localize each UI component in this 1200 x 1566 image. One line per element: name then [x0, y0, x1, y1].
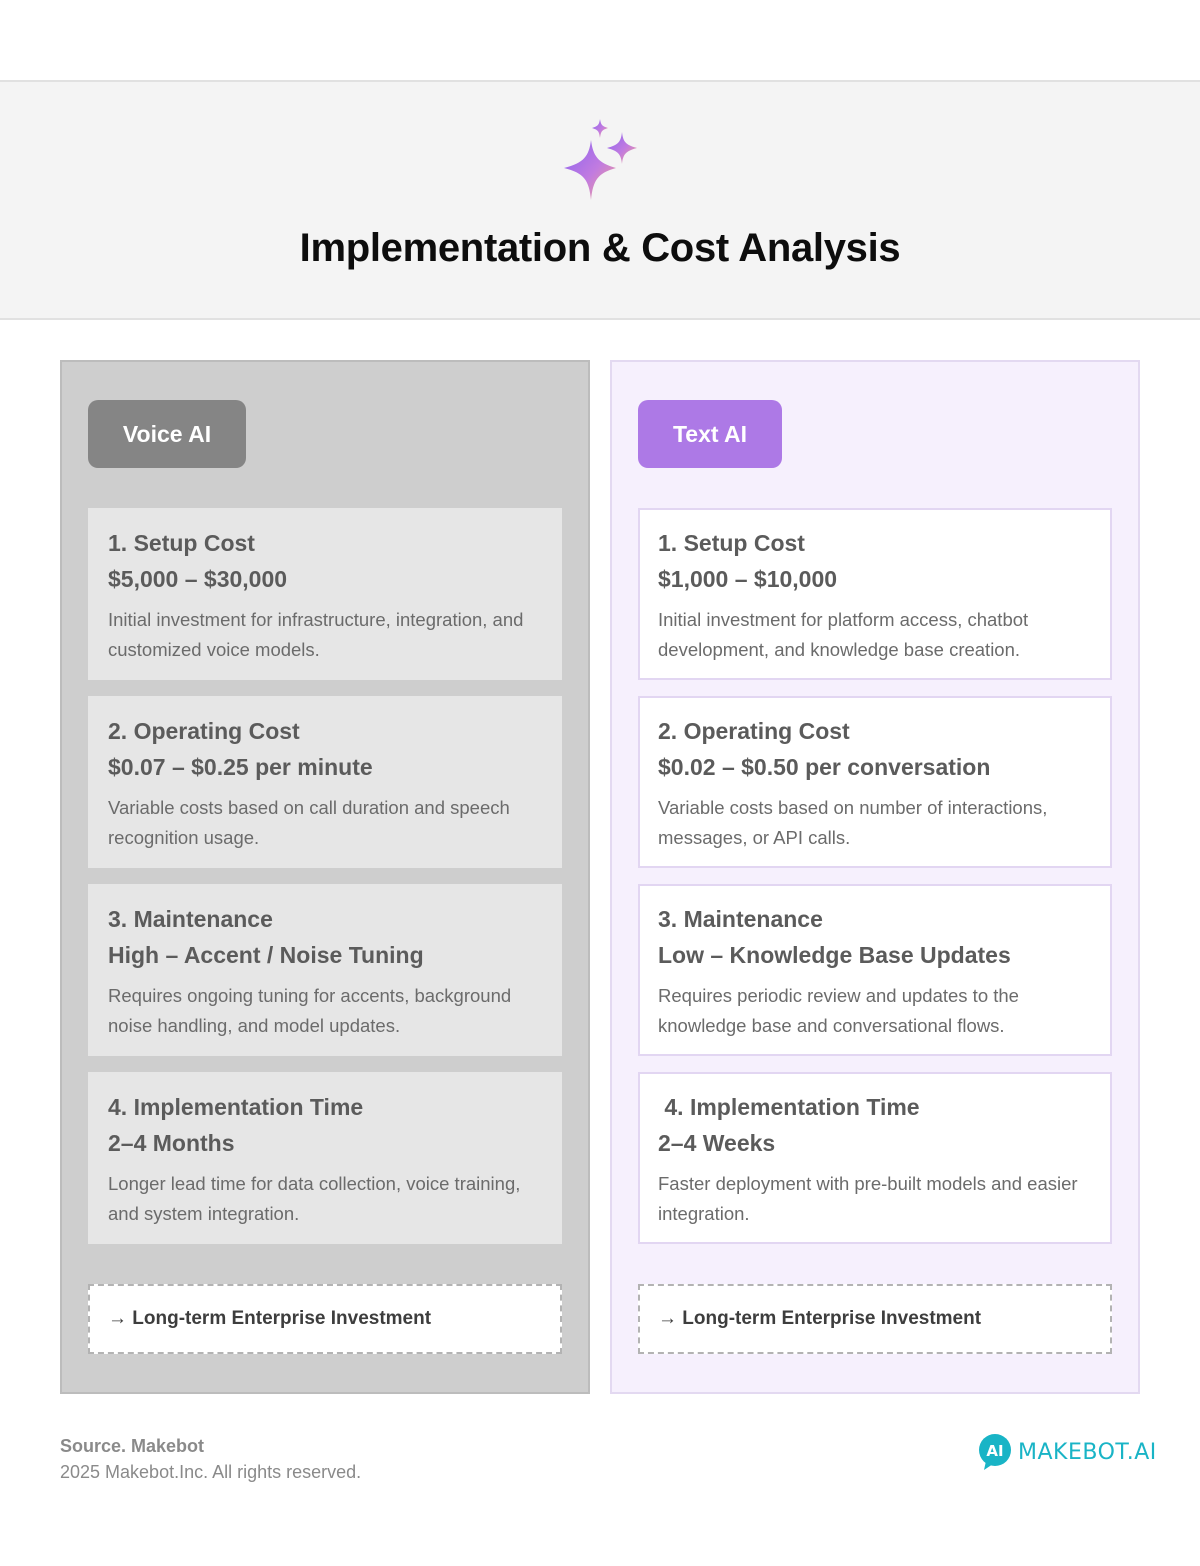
- card-value: 2–4 Weeks: [658, 1130, 776, 1156]
- voice-operating-cost-card: 2. Operating Cost $0.07 – $0.25 per minu…: [88, 696, 562, 868]
- text-ai-panel: Text AI 1. Setup Cost $1,000 – $10,000 I…: [610, 360, 1140, 1394]
- copyright-text: 2025 Makebot.Inc. All rights reserved.: [60, 1462, 362, 1482]
- card-value: High – Accent / Noise Tuning: [108, 942, 424, 968]
- card-heading: 3. Maintenance: [658, 906, 823, 932]
- page: Implementation & Cost Analysis Voice AI …: [0, 0, 1200, 1566]
- card-description: Variable costs based on call duration an…: [108, 797, 510, 848]
- card-description: Requires periodic review and updates to …: [658, 985, 1019, 1036]
- voice-implementation-time-card: 4. Implementation Time 2–4 Months Longer…: [88, 1072, 562, 1244]
- card-description: Longer lead time for data collection, vo…: [108, 1173, 521, 1224]
- card-description: Faster deployment with pre-built models …: [658, 1173, 1078, 1224]
- card-value: $1,000 – $10,000: [658, 566, 838, 592]
- card-heading: 4. Implementation Time: [658, 1094, 920, 1120]
- card-description: Initial investment for infrastructure, i…: [108, 609, 524, 660]
- text-setup-cost-card: 1. Setup Cost $1,000 – $10,000 Initial i…: [638, 508, 1112, 680]
- voice-setup-cost-card: 1. Setup Cost $5,000 – $30,000 Initial i…: [88, 508, 562, 680]
- sparkle-icon: [564, 119, 637, 200]
- voice-maintenance-card: 3. Maintenance High – Accent / Noise Tun…: [88, 884, 562, 1056]
- card-value: $0.07 – $0.25 per minute: [108, 754, 373, 780]
- card-heading: 2. Operating Cost: [108, 718, 300, 744]
- brand-logo: AI MAKEBOT.AI: [978, 1432, 1157, 1472]
- card-heading: 1. Setup Cost: [108, 530, 255, 556]
- card-description: Requires ongoing tuning for accents, bac…: [108, 985, 512, 1036]
- page-title: Implementation & Cost Analysis: [299, 226, 901, 270]
- card-heading: 2. Operating Cost: [658, 718, 850, 744]
- text-implementation-time-card: 4. Implementation Time 2–4 Weeks Faster …: [638, 1072, 1112, 1244]
- card-heading: 1. Setup Cost: [658, 530, 805, 556]
- makebot-logo-letters: AI: [986, 1442, 1003, 1460]
- voice-ai-tag: Voice AI: [88, 400, 246, 468]
- text-investment-note: → Long-term Enterprise Investment: [638, 1284, 1112, 1354]
- card-heading: 3. Maintenance: [108, 906, 273, 932]
- makebot-logo-icon: AI: [979, 1434, 1011, 1470]
- voice-ai-panel: Voice AI 1. Setup Cost $5,000 – $30,000 …: [60, 360, 590, 1394]
- card-description: Initial investment for platform access, …: [658, 609, 1029, 660]
- card-value: 2–4 Months: [108, 1130, 235, 1156]
- brand-name: MAKEBOT.AI: [1018, 1439, 1157, 1465]
- card-value: Low – Knowledge Base Updates: [658, 942, 1011, 968]
- card-value: $0.02 – $0.50 per conversation: [658, 754, 991, 780]
- card-heading: 4. Implementation Time: [108, 1094, 364, 1120]
- source-label: Source. Makebot: [60, 1436, 205, 1456]
- card-value: $5,000 – $30,000: [108, 566, 288, 592]
- voice-investment-note: → Long-term Enterprise Investment: [88, 1284, 562, 1354]
- text-ai-tag: Text AI: [638, 400, 782, 468]
- text-maintenance-card: 3. Maintenance Low – Knowledge Base Upda…: [638, 884, 1112, 1056]
- card-description: Variable costs based on number of intera…: [658, 797, 1048, 848]
- text-operating-cost-card: 2. Operating Cost $0.02 – $0.50 per conv…: [638, 696, 1112, 868]
